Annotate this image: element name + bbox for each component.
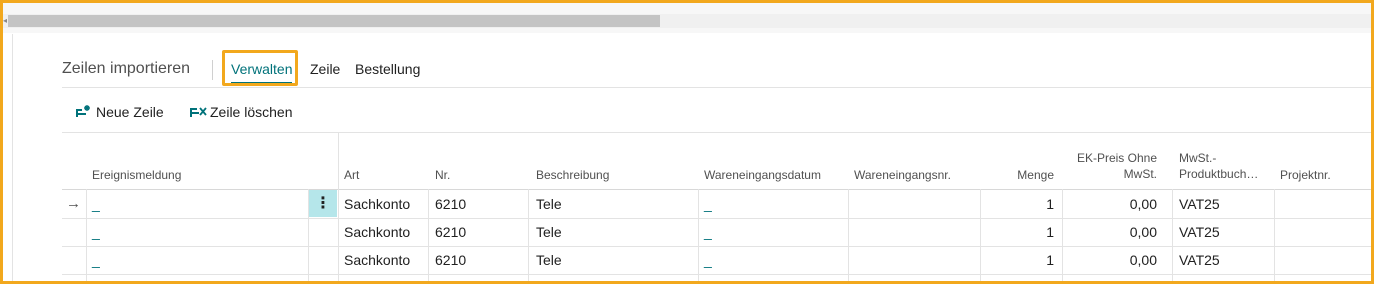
delete-line-label: Zeile löschen bbox=[210, 104, 293, 120]
column-header-mwst-line1: MwSt.- bbox=[1179, 151, 1217, 165]
cell-art[interactable]: Sachkonto bbox=[344, 218, 410, 246]
tab-bestellung[interactable]: Bestellung bbox=[355, 61, 420, 77]
table-row[interactable]: _ Sachkonto 6210 Tele _ 1 0,00 VAT25 bbox=[62, 246, 1371, 275]
column-header-ek-preis-line2: MwSt. bbox=[1123, 167, 1157, 181]
cell-wareneingangsdatum[interactable]: _ bbox=[704, 246, 712, 274]
cell-art[interactable]: Sachkonto bbox=[344, 246, 410, 274]
tab-label: Bestellung bbox=[355, 61, 421, 77]
cell-menge[interactable]: 1 bbox=[1014, 190, 1054, 218]
table-row[interactable]: → _ Sachkonto 6210 Tele _ 1 0,00 VAT25 bbox=[62, 190, 1371, 219]
column-header-art[interactable]: Art bbox=[344, 168, 359, 182]
grid-header: Ereignismeldung Art Nr. Beschreibung War… bbox=[62, 132, 1371, 190]
column-header-projektnr[interactable]: Projektnr. bbox=[1280, 168, 1331, 182]
delete-line-button[interactable]: Zeile löschen bbox=[188, 102, 293, 122]
cell-ek-preis[interactable]: 0,00 bbox=[1067, 218, 1157, 246]
cell-mwst-produktbuchungsgruppe[interactable]: VAT25 bbox=[1179, 190, 1220, 218]
cell-menge[interactable]: 1 bbox=[1014, 218, 1054, 246]
current-row-arrow-icon: → bbox=[66, 195, 81, 212]
cell-mwst-produktbuchungsgruppe[interactable]: VAT25 bbox=[1179, 246, 1220, 274]
column-header-mwst-line2: Produktbuch… bbox=[1179, 167, 1259, 181]
new-line-label: Neue Zeile bbox=[96, 104, 164, 120]
cell-nr[interactable]: 6210 bbox=[435, 190, 466, 218]
scroll-left-icon[interactable]: ◂ bbox=[3, 15, 7, 27]
cell-nr[interactable]: 6210 bbox=[435, 246, 466, 274]
column-header-nr[interactable]: Nr. bbox=[435, 168, 450, 182]
column-header-mwst-produktbuchungsgruppe[interactable]: MwSt.- Produktbuch… bbox=[1179, 150, 1258, 182]
tab-label: Zeile bbox=[310, 61, 341, 77]
column-header-ereignismeldung[interactable]: Ereignismeldung bbox=[92, 168, 181, 182]
tab-zeile[interactable]: Zeile bbox=[310, 61, 340, 77]
cell-ereignismeldung[interactable]: _ bbox=[92, 190, 100, 218]
cell-ek-preis[interactable]: 0,00 bbox=[1067, 190, 1157, 218]
cell-nr[interactable]: 6210 bbox=[435, 218, 466, 246]
new-line-button[interactable]: Neue Zeile bbox=[74, 102, 164, 122]
panel-left-border bbox=[12, 34, 13, 282]
cell-mwst-produktbuchungsgruppe[interactable]: VAT25 bbox=[1179, 218, 1220, 246]
cell-wareneingangsdatum[interactable]: _ bbox=[704, 190, 712, 218]
column-header-wareneingangsnr[interactable]: Wareneingangsnr. bbox=[854, 168, 951, 182]
tab-highlight-frame bbox=[222, 50, 298, 86]
column-header-ek-preis[interactable]: EK-Preis Ohne MwSt. bbox=[1067, 150, 1157, 182]
column-header-beschreibung[interactable]: Beschreibung bbox=[536, 168, 609, 182]
column-header-ek-preis-line1: EK-Preis Ohne bbox=[1076, 151, 1157, 165]
tabs-divider bbox=[62, 87, 1371, 88]
cell-beschreibung[interactable]: Tele bbox=[536, 190, 562, 218]
delete-line-icon bbox=[190, 107, 207, 117]
cell-art[interactable]: Sachkonto bbox=[344, 190, 410, 218]
cell-beschreibung[interactable]: Tele bbox=[536, 218, 562, 246]
cell-wareneingangsdatum[interactable]: _ bbox=[704, 218, 712, 246]
column-header-wareneingangsdatum[interactable]: Wareneingangsdatum bbox=[704, 168, 821, 182]
cell-ereignismeldung[interactable]: _ bbox=[92, 218, 100, 246]
table-row[interactable]: _ Sachkonto 6210 Tele _ 1 0,00 VAT25 bbox=[62, 218, 1371, 247]
new-line-icon bbox=[76, 105, 90, 117]
page-title: Zeilen importieren bbox=[62, 60, 191, 77]
cell-beschreibung[interactable]: Tele bbox=[536, 246, 562, 274]
column-header-menge[interactable]: Menge bbox=[1014, 168, 1054, 182]
tab-divider bbox=[212, 60, 213, 80]
cell-ereignismeldung[interactable]: _ bbox=[92, 246, 100, 274]
cell-menge[interactable]: 1 bbox=[1014, 246, 1054, 274]
cell-ek-preis[interactable]: 0,00 bbox=[1067, 246, 1157, 274]
horizontal-scrollbar-thumb[interactable] bbox=[8, 15, 660, 27]
